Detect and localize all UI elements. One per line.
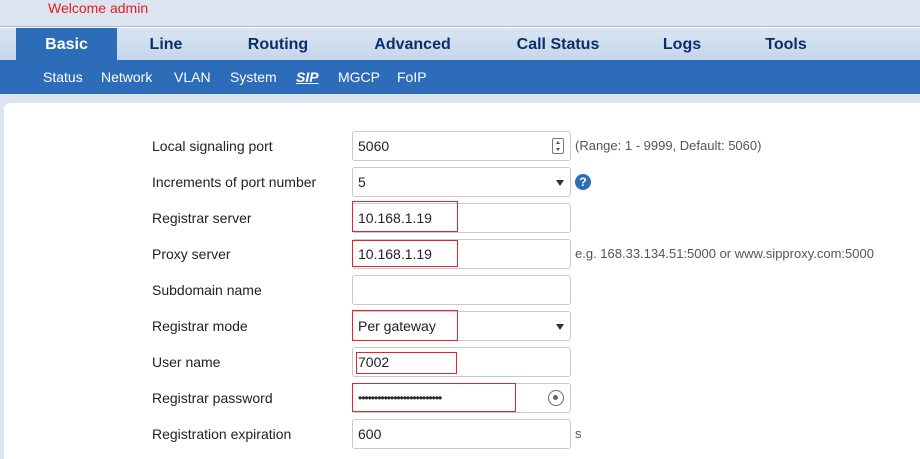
- row-registrar-server: Registrar server 10.168.1.19: [4, 200, 920, 236]
- subnav-system[interactable]: System: [230, 60, 277, 94]
- chevron-down-icon: [556, 324, 564, 330]
- subnav-network[interactable]: Network: [101, 60, 152, 94]
- tab-logs[interactable]: Logs: [646, 28, 718, 61]
- registration-expiration-value: 600: [358, 426, 382, 442]
- subdomain-label: Subdomain name: [152, 282, 262, 298]
- port-increment-select[interactable]: 5: [352, 167, 571, 197]
- registrar-mode-label: Registrar mode: [152, 318, 248, 334]
- tab-basic[interactable]: Basic: [16, 28, 117, 61]
- tab-line[interactable]: Line: [130, 28, 202, 61]
- tab-advanced[interactable]: Advanced: [360, 28, 465, 61]
- subnav-mgcp[interactable]: MGCP: [338, 60, 380, 94]
- tab-routing[interactable]: Routing: [230, 28, 326, 61]
- local-port-label: Local signaling port: [152, 138, 273, 154]
- row-port-increment: Increments of port number 5 ?: [4, 164, 920, 200]
- help-icon[interactable]: ?: [575, 174, 591, 190]
- row-registration-expiration: Registration expiration 600 s: [4, 416, 920, 452]
- tab-call-status[interactable]: Call Status: [500, 28, 616, 61]
- registration-expiration-unit: s: [575, 426, 582, 441]
- tab-tools[interactable]: Tools: [746, 28, 826, 61]
- row-user-name: User name 7002: [4, 344, 920, 380]
- proxy-server-label: Proxy server: [152, 246, 231, 262]
- sip-settings-panel: Local signaling port 5060 (Range: 1 - 99…: [4, 103, 920, 459]
- local-port-input[interactable]: 5060: [352, 131, 571, 161]
- user-name-label: User name: [152, 354, 221, 370]
- subdomain-input[interactable]: [352, 275, 571, 305]
- highlight-box: [352, 383, 516, 412]
- registrar-password-label: Registrar password: [152, 390, 273, 406]
- local-port-value: 5060: [358, 138, 390, 154]
- highlight-box: [352, 310, 458, 341]
- subnav-vlan[interactable]: VLAN: [174, 60, 211, 94]
- proxy-server-hint: e.g. 168.33.134.51:5000 or www.sipproxy.…: [575, 246, 874, 261]
- local-port-hint: (Range: 1 - 9999, Default: 5060): [575, 138, 762, 153]
- port-increment-label: Increments of port number: [152, 174, 317, 190]
- highlight-box: [352, 240, 458, 267]
- row-registrar-mode: Registrar mode Per gateway: [4, 308, 920, 344]
- port-increment-value: 5: [358, 174, 366, 190]
- chevron-down-icon: [556, 180, 564, 186]
- sub-nav: Status Network VLAN System SIP MGCP FoIP: [0, 60, 920, 94]
- registrar-server-label: Registrar server: [152, 210, 252, 226]
- highlight-box: [356, 352, 457, 374]
- registration-expiration-label: Registration expiration: [152, 426, 292, 442]
- row-registrar-password: Registrar password •••••••••••••••••••••…: [4, 380, 920, 416]
- subnav-sip[interactable]: SIP: [296, 60, 319, 94]
- welcome-text: Welcome admin: [48, 0, 149, 16]
- registration-expiration-input[interactable]: 600: [352, 419, 571, 449]
- row-proxy-server: Proxy server 10.168.1.19 e.g. 168.33.134…: [4, 236, 920, 272]
- row-subdomain: Subdomain name: [4, 272, 920, 308]
- main-nav: Basic Line Routing Advanced Call Status …: [0, 27, 920, 61]
- eye-icon[interactable]: [548, 390, 564, 406]
- subnav-foip[interactable]: FoIP: [397, 60, 427, 94]
- subnav-status[interactable]: Status: [43, 60, 83, 94]
- row-local-port: Local signaling port 5060 (Range: 1 - 99…: [4, 128, 920, 164]
- spinner-icon[interactable]: [552, 138, 564, 154]
- highlight-box: [352, 201, 458, 232]
